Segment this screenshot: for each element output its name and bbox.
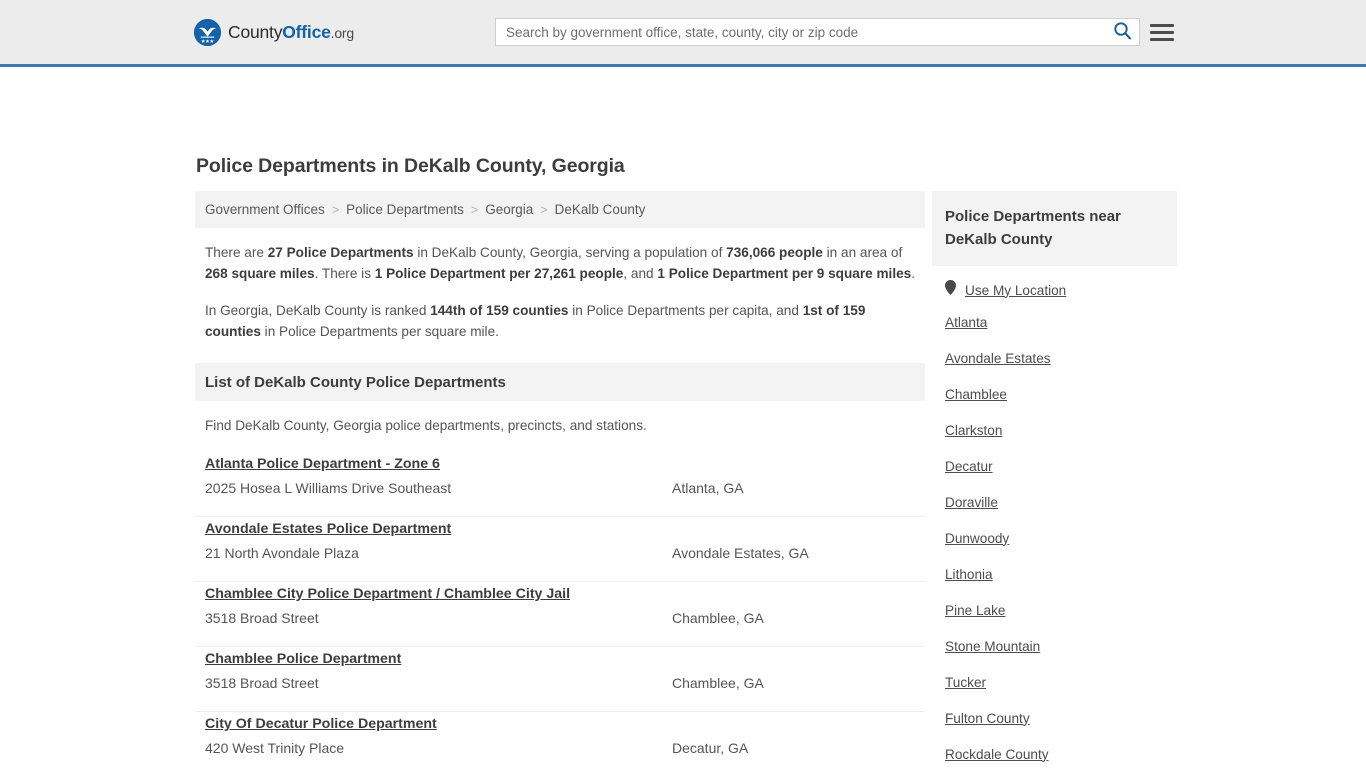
nearby-place-link[interactable]: Atlanta <box>945 315 987 330</box>
use-my-location-link[interactable]: Use My Location <box>965 283 1066 298</box>
site-logo-text: CountyOffice.org <box>228 22 354 43</box>
police-department-city: Chamblee, GA <box>672 610 764 626</box>
intro-p1-run-7: . There is <box>314 266 375 281</box>
list-item: Doraville <box>945 484 1164 520</box>
police-department-address: 3518 Broad Street <box>205 610 319 626</box>
list-item: Decatur <box>945 448 1164 484</box>
table-row: Avondale Estates Police Department 21 Nor… <box>195 517 925 582</box>
nearby-place-link[interactable]: Fulton County <box>945 711 1030 726</box>
list-item: Rockdale County <box>945 736 1164 768</box>
breadcrumb: Government Offices > Police Departments > Ge… <box>195 191 925 228</box>
nearby-place-link[interactable]: Rockdale County <box>945 747 1049 762</box>
intro-paragraph-2: In Georgia, DeKalb County is ranked 144t… <box>195 284 925 342</box>
police-department-link[interactable]: Avondale Estates Police Department <box>205 521 451 537</box>
nearby-place-link[interactable]: Tucker <box>945 675 986 690</box>
list-item: Avondale Estates <box>945 340 1164 376</box>
police-department-address: 3518 Broad Street <box>205 675 319 691</box>
police-department-city: Decatur, GA <box>672 740 749 756</box>
nearby-place-link[interactable]: Doraville <box>945 495 998 510</box>
police-department-link[interactable]: Atlanta Police Department - Zone 6 <box>205 456 440 472</box>
breadcrumb-separator: > <box>470 202 479 217</box>
sidebar-heading: Police Departments near DeKalb County <box>932 191 1177 266</box>
nearby-place-link[interactable]: Avondale Estates <box>945 351 1051 366</box>
intro-p1-run-3: in DeKalb County, Georgia, serving a pop… <box>413 245 727 260</box>
breadcrumb-separator: > <box>331 202 340 217</box>
intro-p1-run-11: . <box>911 266 916 281</box>
list-item: Pine Lake <box>945 592 1164 628</box>
hamburger-bar <box>1150 30 1174 34</box>
police-department-link[interactable]: Chamblee Police Department <box>205 651 401 667</box>
site-header: CountyOffice.org <box>0 0 1366 67</box>
logo-text-tld: .org <box>330 25 355 41</box>
list-item: Tucker <box>945 664 1164 700</box>
nearby-place-link[interactable]: Chamblee <box>945 387 1007 402</box>
intro-p1-run-6: 268 square miles <box>205 266 315 281</box>
police-department-city: Avondale Estates, GA <box>672 545 809 561</box>
nearby-place-link[interactable]: Stone Mountain <box>945 639 1040 654</box>
list-item: Fulton County <box>945 700 1164 736</box>
list-item: Chamblee <box>945 376 1164 412</box>
list-section-heading: List of DeKalb County Police Departments <box>195 363 925 401</box>
police-department-list: Atlanta Police Department - Zone 6 2025 H… <box>195 452 925 768</box>
sidebar-nearby-panel: Police Departments near DeKalb County Us… <box>932 191 1177 768</box>
intro-p1-run-1: There are <box>205 245 268 260</box>
intro-p2-run-2: 144th of 159 counties <box>430 303 569 318</box>
breadcrumb-item-2[interactable]: Police Departments <box>346 202 464 217</box>
page-title: Police Departments in DeKalb County, Geo… <box>196 155 625 177</box>
intro-p1-run-4: 736,066 people <box>726 245 823 260</box>
list-item: Dunwoody <box>945 520 1164 556</box>
intro-p2-run-5: in Police Departments per square mile. <box>260 324 499 339</box>
use-my-location-row[interactable]: Use My Location <box>945 266 1164 304</box>
police-department-address: 420 West Trinity Place <box>205 740 345 756</box>
intro-p2-run-1: In Georgia, DeKalb County is ranked <box>205 303 431 318</box>
list-item: Clarkston <box>945 412 1164 448</box>
site-logo-link[interactable]: CountyOffice.org <box>194 19 354 46</box>
police-department-address: 2025 Hosea L Williams Drive Southeast <box>205 480 452 496</box>
list-item: Atlanta <box>945 304 1164 340</box>
intro-p1-run-10: 1 Police Department per 9 square miles <box>657 266 912 281</box>
police-department-city: Atlanta, GA <box>672 480 744 496</box>
main-content-column: Government Offices > Police Departments > Ge… <box>195 191 925 768</box>
hamburger-menu-icon[interactable] <box>1150 20 1174 44</box>
breadcrumb-item-4[interactable]: DeKalb County <box>555 202 646 217</box>
police-department-city: Chamblee, GA <box>672 675 764 691</box>
list-item: Stone Mountain <box>945 628 1164 664</box>
hamburger-bar <box>1150 23 1174 27</box>
breadcrumb-separator: > <box>540 202 548 217</box>
nearby-place-link[interactable]: Lithonia <box>945 567 993 582</box>
search-input[interactable] <box>496 19 1105 45</box>
intro-p2-run-3: in Police Departments per capita, and <box>568 303 803 318</box>
list-item: Lithonia <box>945 556 1164 592</box>
search-bar <box>495 18 1140 46</box>
nearby-place-link[interactable]: Decatur <box>945 459 993 474</box>
search-icon <box>1113 21 1132 43</box>
intro-p1-run-8: 1 Police Department per 27,261 people <box>374 266 624 281</box>
breadcrumb-item-3[interactable]: Georgia <box>485 202 533 217</box>
list-section-note: Find DeKalb County, Georgia police depar… <box>205 418 647 433</box>
nearby-place-link[interactable]: Pine Lake <box>945 603 1005 618</box>
police-department-link[interactable]: Chamblee City Police Department / Chambl… <box>205 586 570 602</box>
nearby-place-link[interactable]: Clarkston <box>945 423 1002 438</box>
logo-text-county: County <box>228 22 283 42</box>
table-row: Atlanta Police Department - Zone 6 2025 H… <box>195 452 925 517</box>
search-button[interactable] <box>1105 19 1139 45</box>
logo-text-office: Office <box>282 22 331 42</box>
police-department-address: 21 North Avondale Plaza <box>205 545 359 561</box>
sidebar-links: Use My Location Atlanta Avondale Estates Ch… <box>932 266 1177 768</box>
intro-p1-run-2: 27 Police Departments <box>267 245 414 260</box>
table-row: City Of Decatur Police Department 420 Wes… <box>195 712 925 768</box>
police-department-link[interactable]: City Of Decatur Police Department <box>205 716 437 732</box>
table-row: Chamblee City Police Department / Chambl… <box>195 582 925 647</box>
map-pin-icon <box>945 280 956 300</box>
intro-p1-run-5: in an area of <box>822 245 903 260</box>
breadcrumb-item-1[interactable]: Government Offices <box>205 202 325 217</box>
intro-paragraph-1: There are 27 Police Departments in DeKal… <box>195 228 925 284</box>
table-row: Chamblee Police Department 3518 Broad Str… <box>195 647 925 712</box>
intro-p1-run-9: , and <box>623 266 658 281</box>
hamburger-bar <box>1150 37 1174 41</box>
nearby-place-link[interactable]: Dunwoody <box>945 531 1009 546</box>
eagle-shield-logo-icon <box>194 19 221 46</box>
header-inner: CountyOffice.org <box>0 0 1366 64</box>
